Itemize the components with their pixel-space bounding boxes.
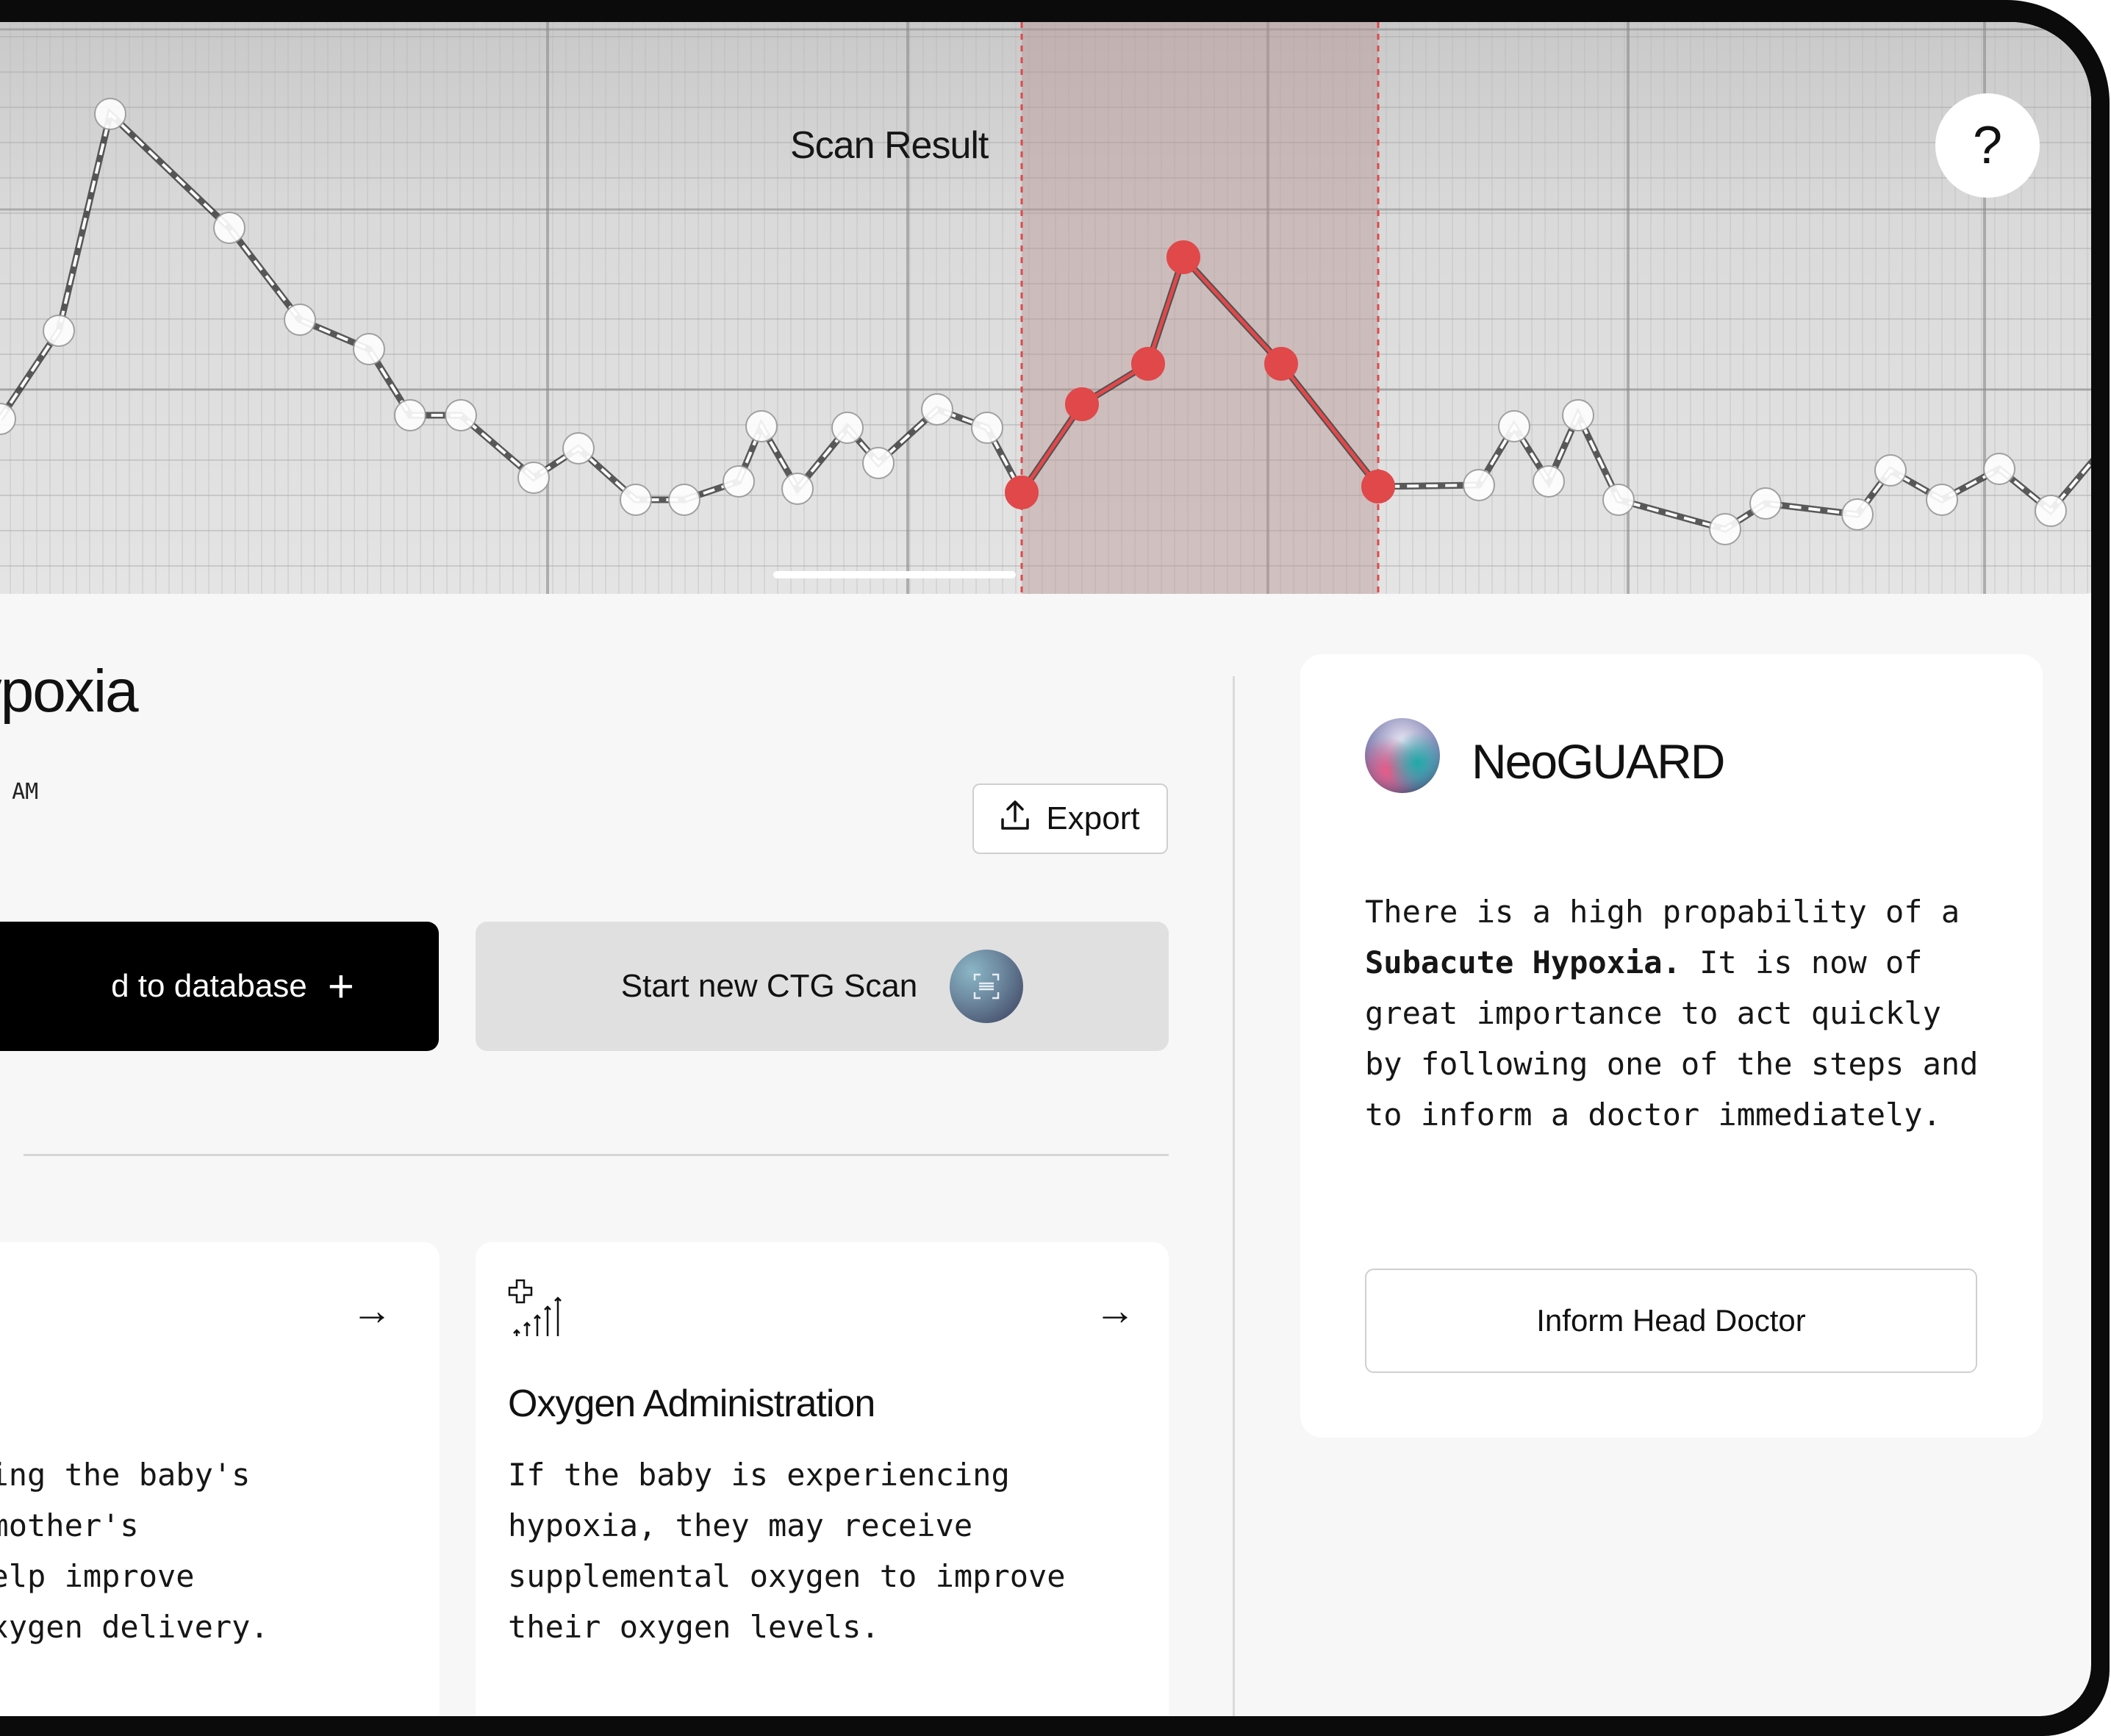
- trace-point: [1983, 453, 2015, 485]
- highlight-point: [1264, 347, 1298, 381]
- ctg-chart[interactable]: Scan Result ?: [0, 22, 2091, 594]
- arrow-right-icon[interactable]: →: [1094, 1286, 1136, 1334]
- trace-point: [517, 462, 550, 494]
- ctg-chart-svg: [0, 22, 2091, 594]
- trace-point: [1926, 484, 1958, 516]
- trace-point: [1709, 513, 1741, 545]
- scroll-indicator[interactable]: [773, 571, 1016, 578]
- assistant-message: There is a high propability of a Subacut…: [1365, 886, 1982, 1140]
- trace-point: [353, 333, 385, 365]
- trace-point: [862, 447, 895, 479]
- trace-point: [1463, 469, 1495, 501]
- trace-point: [1533, 465, 1565, 498]
- highlight-point: [1065, 387, 1099, 421]
- trace-point: [1874, 454, 1907, 487]
- timestamp: 4 AM: [0, 779, 39, 805]
- diagnosis-highlight: Subacute Hypoxia.: [1365, 944, 1681, 980]
- panel-divider: [1233, 676, 1235, 1716]
- highlight-point: [1005, 476, 1039, 509]
- trace-point: [445, 399, 477, 431]
- trace-point: [43, 315, 75, 347]
- assistant-panel: NeoGUARD There is a high propability of …: [1300, 654, 2043, 1438]
- trace-point: [1749, 487, 1782, 520]
- assistant-name: NeoGUARD: [1472, 734, 1725, 789]
- trace-point: [94, 98, 126, 130]
- trace-point: [620, 484, 652, 516]
- trace-point: [284, 304, 316, 336]
- trace-point: [781, 473, 814, 505]
- trace-point: [2035, 495, 2067, 527]
- oxygen-chart-icon: [508, 1277, 574, 1347]
- trace-point: [394, 399, 426, 431]
- start-ctg-scan-button[interactable]: Start new CTG Scan: [476, 922, 1169, 1051]
- app-screen: Scan Result ? e Hypoxia 4 AM Export d to…: [0, 22, 2091, 1716]
- trace-point: [971, 412, 1003, 444]
- step-card-repositioning[interactable]: → changing the baby's the mother's ght h…: [0, 1242, 440, 1716]
- trace-point: [831, 412, 864, 444]
- export-label: Export: [1046, 800, 1140, 836]
- add-to-database-label: d to database: [111, 968, 307, 1004]
- add-to-database-button[interactable]: d to database +: [0, 922, 439, 1051]
- trace-point: [213, 212, 245, 244]
- trace-point: [745, 410, 778, 442]
- step-card-text: If the baby is experiencing hypoxia, the…: [508, 1457, 1066, 1645]
- upload-icon: [1000, 799, 1030, 839]
- scan-icon: [950, 950, 1024, 1023]
- step-card-oxygen[interactable]: → Oxygen Administration If the baby is e…: [476, 1242, 1169, 1716]
- trace-point: [921, 393, 953, 426]
- trace-point: [1841, 498, 1874, 531]
- chart-title: Scan Result: [790, 124, 989, 167]
- plus-icon: +: [327, 961, 354, 1012]
- trace-point: [1498, 410, 1530, 442]
- start-scan-label: Start new CTG Scan: [620, 968, 918, 1004]
- trace-point: [723, 465, 755, 498]
- trace-point: [1562, 399, 1594, 431]
- highlight-point: [1166, 240, 1200, 274]
- highlight-band: [1022, 22, 1378, 594]
- help-button[interactable]: ?: [1935, 93, 2040, 198]
- message-text: There is a high propability of a: [1365, 894, 1960, 930]
- section-divider: [24, 1154, 1169, 1156]
- trace-point: [1602, 484, 1635, 516]
- step-card-title: Oxygen Administration: [508, 1382, 875, 1425]
- trace-point: [668, 484, 700, 516]
- inform-head-doctor-button[interactable]: Inform Head Doctor: [1365, 1269, 1977, 1373]
- assistant-logo: [1365, 718, 1440, 793]
- trace-point: [562, 432, 595, 465]
- page-title: e Hypoxia: [0, 658, 139, 725]
- arrow-right-icon[interactable]: →: [351, 1286, 393, 1334]
- highlight-point: [1131, 347, 1165, 381]
- export-button[interactable]: Export: [972, 783, 1168, 854]
- step-card-text: changing the baby's the mother's ght hel…: [0, 1457, 269, 1645]
- highlight-point: [1361, 470, 1395, 503]
